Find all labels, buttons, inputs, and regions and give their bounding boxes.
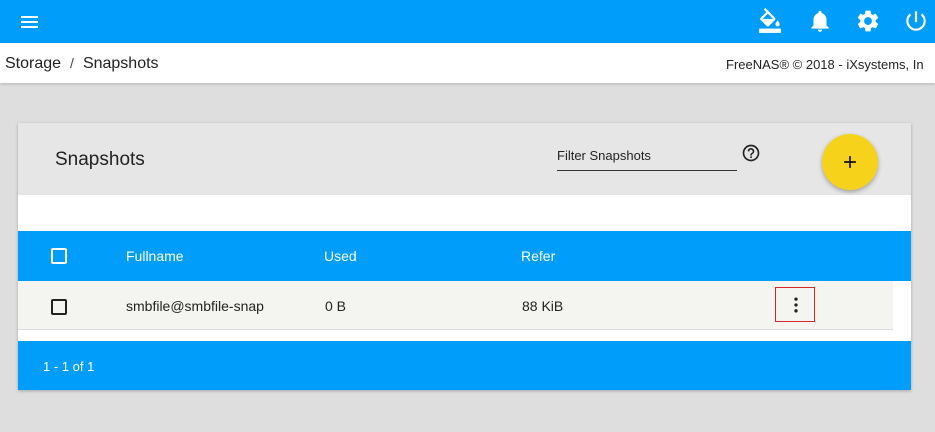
- table-footer: 1 - 1 of 1: [18, 341, 911, 390]
- snapshots-card: Snapshots Fullname Used Refer smbfile@sm…: [18, 123, 911, 390]
- breadcrumb-item-snapshots: Snapshots: [82, 55, 159, 72]
- breadcrumb-item-storage[interactable]: Storage: [5, 55, 61, 72]
- table-header: Fullname Used Refer: [18, 231, 911, 281]
- help-circle-icon[interactable]: [741, 143, 761, 163]
- breadcrumb: Storage / Snapshots: [5, 55, 159, 73]
- column-header-fullname[interactable]: Fullname: [126, 248, 184, 264]
- table-row[interactable]: smbfile@smbfile-snap 0 B 88 KiB: [18, 281, 893, 330]
- hamburger-menu-icon[interactable]: [18, 10, 42, 34]
- bell-icon[interactable]: [807, 8, 833, 34]
- more-vert-icon: [794, 297, 798, 313]
- filter-snapshots-input[interactable]: [557, 148, 737, 163]
- gear-icon[interactable]: [855, 8, 881, 34]
- paint-bucket-icon[interactable]: [757, 8, 783, 34]
- breadcrumb-bar: Storage / Snapshots FreeNAS® © 2018 - iXsy…: [0, 43, 935, 83]
- card-title: Snapshots: [55, 149, 145, 170]
- cell-used: 0 B: [325, 298, 347, 314]
- row-checkbox[interactable]: [51, 299, 67, 315]
- breadcrumb-separator: /: [70, 55, 74, 71]
- row-actions-button[interactable]: [775, 287, 815, 322]
- add-snapshot-button[interactable]: [822, 134, 878, 190]
- cell-fullname: smbfile@smbfile-snap: [126, 298, 264, 314]
- select-all-checkbox[interactable]: [51, 248, 67, 264]
- top-toolbar: [0, 0, 935, 43]
- copyright-text: FreeNAS® © 2018 - iXsystems, In: [726, 57, 924, 72]
- plus-icon: [844, 156, 856, 168]
- card-header: Snapshots: [18, 123, 911, 195]
- pagination-range: 1 - 1 of 1: [43, 359, 95, 374]
- cell-refer: 88 KiB: [522, 298, 564, 314]
- filter-field: [557, 147, 737, 171]
- column-header-used[interactable]: Used: [324, 248, 357, 264]
- column-header-refer[interactable]: Refer: [521, 248, 555, 264]
- power-icon[interactable]: [903, 8, 929, 34]
